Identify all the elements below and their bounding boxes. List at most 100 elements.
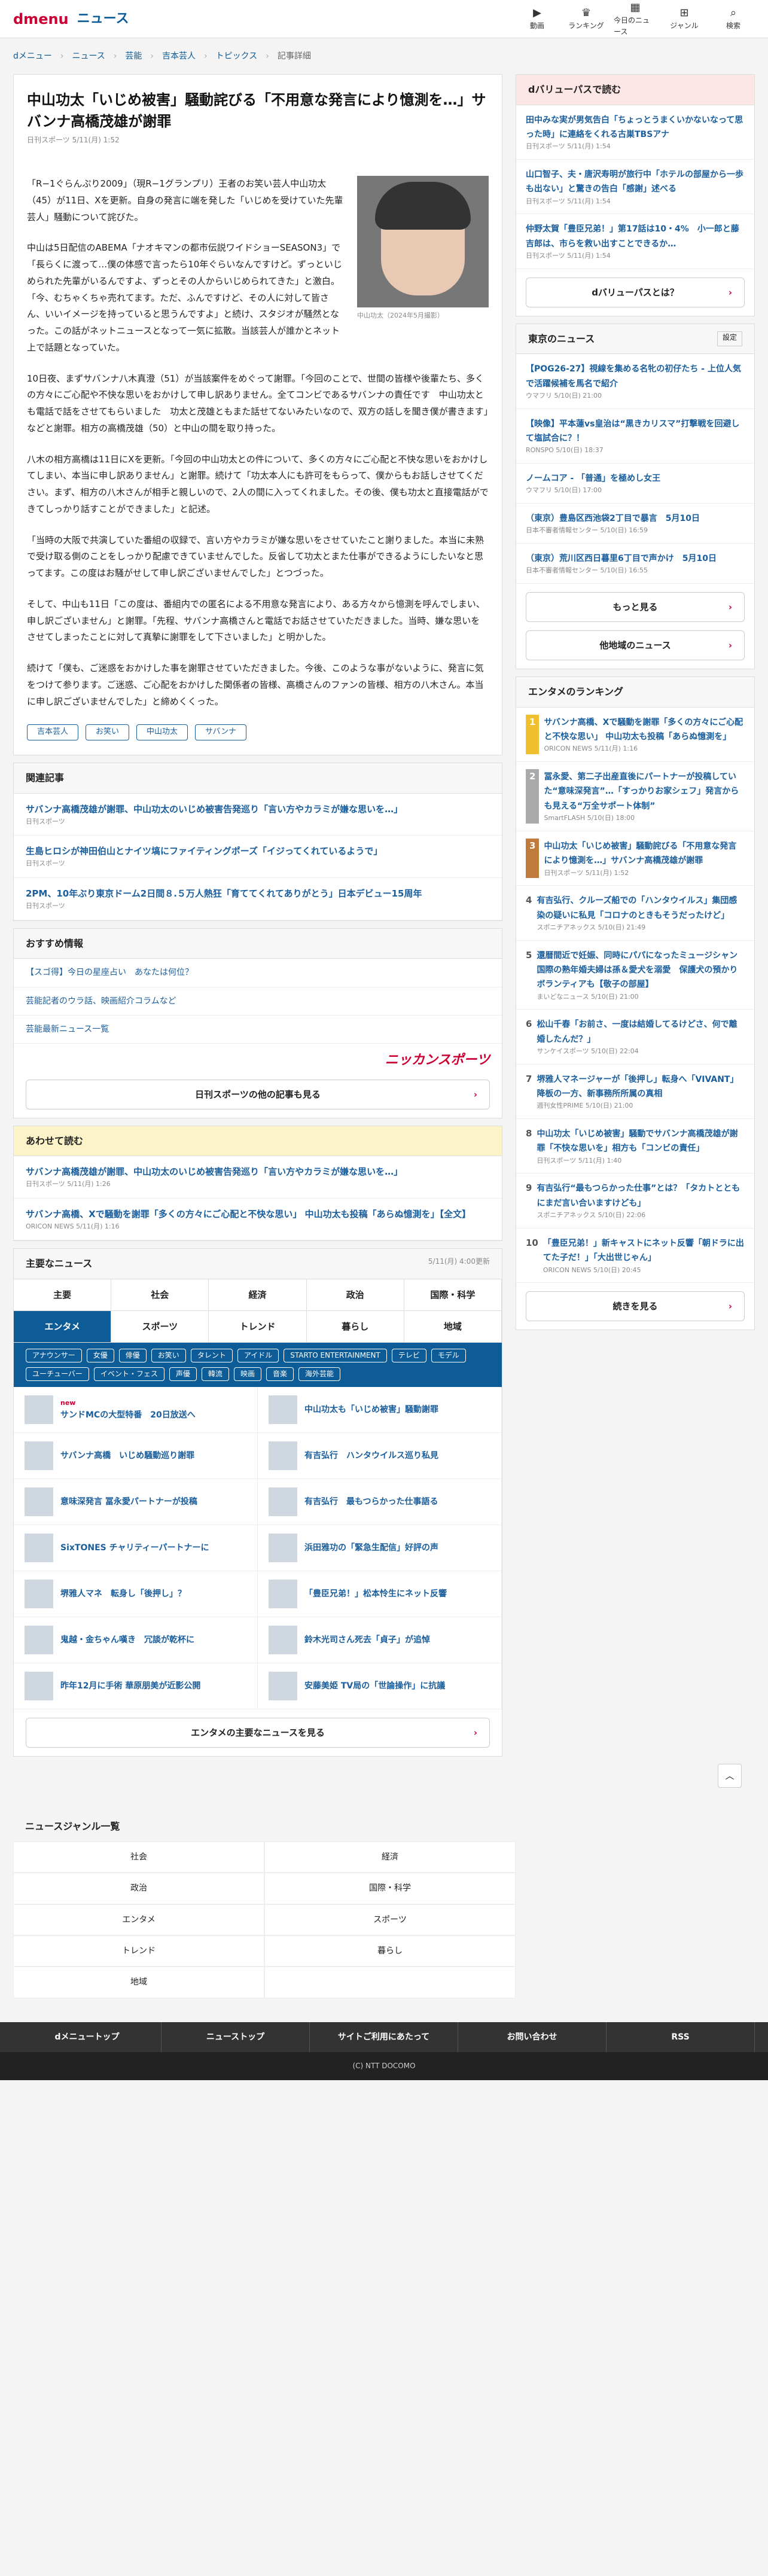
news-item[interactable]: 堺雅人マネ 転身し「後押し」？ <box>14 1571 258 1618</box>
chip[interactable]: 女優 <box>86 1348 114 1363</box>
scroll-top-button[interactable]: ︿ <box>718 1764 742 1788</box>
ranking-item[interactable]: 1 サバンナ高橋、Xで騒動を謝罪「多くの方々にご心配と不快な思い」 中山功太も投稿… <box>516 708 754 762</box>
news-item[interactable]: 「豊臣兄弟！」松本怜生にネット反響 <box>258 1571 502 1618</box>
recommend-link[interactable]: 【スゴ得】今日の星座占い あなたは何位？ <box>26 968 193 977</box>
ranking-item[interactable]: 6 松山千春「お前さ、一度は結婚してるけどさ、何で離婚したんだ？」 サンケイスポーツ… <box>516 1010 754 1065</box>
ranking-item[interactable]: 7 堺雅人マネージャーが「後押し」転身へ「VIVANT」降板の一方、新事務所所属の… <box>516 1065 754 1120</box>
nav-video[interactable]: ▶ 動画 <box>516 1 559 37</box>
chip[interactable]: 韓流 <box>201 1367 229 1382</box>
ranking-link[interactable]: 冨永愛、第二子出産直後にパートナーが投稿していた“意味深発言”…「すっかりお家シ… <box>544 772 739 811</box>
crumb-geino[interactable]: 芸能 <box>125 50 142 63</box>
dvalue-link[interactable]: 田中みな実が男気告白「ちょっとうまくいかないなって思った時」に連絡をくれる古巣T… <box>526 115 743 139</box>
chip[interactable]: 俳優 <box>118 1348 147 1363</box>
news-item[interactable]: 意味深発言 冨永愛パートナーが投稿 <box>14 1479 258 1526</box>
tokyo-link[interactable]: ノームコア - 「普通」を極めし女王 <box>526 474 660 483</box>
ranking-link[interactable]: 中山功太「いじめ被害」騒動詫びる「不用意な発言により憶測を…」サバンナ高橋茂雄が… <box>544 842 736 865</box>
chip[interactable]: イベント・フェス <box>93 1367 164 1382</box>
dvalue-link[interactable]: 仲野太賀「豊臣兄弟！」第17話は10・4% 小一郎と藤吉郎は、市らを救い出すこと… <box>526 224 739 248</box>
ranking-link[interactable]: 松山千春「お前さ、一度は結婚してるけどさ、何で離婚したんだ？」 <box>537 1020 737 1044</box>
other-region-button[interactable]: 他地域のニュース <box>526 630 745 661</box>
tab-entertainment[interactable]: エンタメ <box>14 1310 112 1343</box>
article-photo[interactable]: 中山功太（2024年5月撮影） <box>357 176 489 322</box>
setting-button[interactable]: 設定 <box>717 331 742 347</box>
dvalue-about-button[interactable]: dバリューパスとは？ <box>526 277 745 307</box>
tab-world[interactable]: 国際・科学 <box>404 1279 502 1311</box>
news-item[interactable]: 安藤美姫 TV局の「世論操作」に抗議 <box>258 1663 502 1710</box>
nav-today[interactable]: ▦ 今日のニュース <box>614 1 657 37</box>
news-item[interactable]: 鈴木光司さん死去「貞子」が追悼 <box>258 1617 502 1664</box>
recommend-link[interactable]: 芸能最新ニュース一覧 <box>26 1025 109 1034</box>
genre-item[interactable]: スポーツ <box>264 1904 516 1936</box>
ranking-link[interactable]: 堺雅人マネージャーが「後押し」転身へ「VIVANT」降板の一方、新事務所所属の真… <box>537 1075 738 1099</box>
related-item[interactable]: 生島ヒロシが神田伯山とナイツ塙にファイティングポーズ「イジってくれているようで」… <box>14 836 502 879</box>
news-item[interactable]: 浜田雅功の「緊急生配信」好評の声 <box>258 1525 502 1572</box>
ranking-item[interactable]: 3 中山功太「いじめ被害」騒動詫びる「不用意な発言により憶測を…」サバンナ高橋茂雄… <box>516 831 754 886</box>
crumb-news[interactable]: ニュース <box>72 50 105 63</box>
nikkan-logo[interactable]: ニッカンスポーツ <box>14 1044 502 1071</box>
ranking-item[interactable]: 9 有吉弘行“最もつらかった仕事”とは？「タカトとともにまだ言い合いますけども」ス… <box>516 1173 754 1228</box>
tokyo-item[interactable]: 【POG26-27】視線を集める名牝の初仔たち - 上位人気で活躍候補を馬名で紹… <box>516 354 754 409</box>
site-logo[interactable]: dmenu ニュース <box>13 8 129 31</box>
also-item[interactable]: サバンナ高橋、Xで騒動を謝罪「多くの方々にご心配と不快な思い」 中山功太も投稿「… <box>14 1199 502 1241</box>
tab-society[interactable]: 社会 <box>111 1279 209 1311</box>
chip[interactable]: 海外芸能 <box>298 1367 340 1382</box>
nav-genre[interactable]: ⊞ ジャンル <box>663 1 706 37</box>
footer-link[interactable]: お問い合わせ <box>458 2022 607 2053</box>
ranking-link[interactable]: 有吉弘行“最もつらかった仕事”とは？「タカトとともにまだ言い合いますけども」 <box>537 1184 740 1208</box>
crumb-topics[interactable]: トピックス <box>216 50 258 63</box>
tokyo-link[interactable]: 【映像】平本蓮vs皇治は“黒きカリスマ”打撃戦を回避して塩試合に？！ <box>526 419 739 443</box>
also-item[interactable]: サバンナ高橋茂雄が謝罪、中山功太のいじめ被害告発巡り「言い方やカラミが嫌な思いを… <box>14 1156 502 1199</box>
ranking-link[interactable]: 中山功太「いじめ被害」騒動でサバンナ高橋茂雄が謝罪「不快な思いを」相方も「コンビ… <box>537 1129 737 1153</box>
recommend-item[interactable]: 【スゴ得】今日の星座占い あなたは何位？ <box>14 959 502 987</box>
tab-region[interactable]: 地域 <box>404 1310 502 1343</box>
related-link[interactable]: 2PM、10年ぶり東京ドーム2日間８.５万人熱狂「育ててくれてありがとう」日本デ… <box>26 888 422 899</box>
footer-link[interactable]: RSS <box>607 2022 755 2053</box>
genre-item[interactable]: 政治 <box>13 1873 264 1904</box>
news-item[interactable]: 有吉弘行 ハンタウイルス巡り私見 <box>258 1433 502 1480</box>
chip[interactable]: タレント <box>190 1348 233 1363</box>
ranking-item[interactable]: 5 還暦間近で妊娠、同時にパパになったミュージシャン 国際の熟年婚夫婦は孫＆愛犬を… <box>516 941 754 1010</box>
footer-link[interactable]: サイトご利用にあたって <box>310 2022 458 2053</box>
genre-item[interactable]: トレンド <box>13 1935 264 1967</box>
ranking-item[interactable]: 10 「豊臣兄弟！」新キャストにネット反響「朝ドラに出てた子だ！」「大出世じゃん」… <box>516 1228 754 1284</box>
tab-sports[interactable]: スポーツ <box>111 1310 209 1343</box>
tokyo-item[interactable]: ノームコア - 「普通」を極めし女王 ウマフリ 5/10(日) 17:00 <box>516 464 754 504</box>
ranking-more-button[interactable]: 続きを見る <box>526 1291 745 1322</box>
chip[interactable]: お笑い <box>151 1348 186 1363</box>
dvalue-item[interactable]: 仲野太賀「豊臣兄弟！」第17話は10・4% 小一郎と藤吉郎は、市らを救い出すこと… <box>516 214 754 269</box>
news-item[interactable]: SixTONES チャリティーパートナーに <box>14 1525 258 1572</box>
related-item[interactable]: 2PM、10年ぶり東京ドーム2日間８.５万人熱狂「育ててくれてありがとう」日本デ… <box>14 878 502 920</box>
chip[interactable]: モデル <box>431 1348 466 1363</box>
footer-link[interactable]: dメニュートップ <box>13 2022 161 2053</box>
genre-item[interactable]: 社会 <box>13 1841 264 1873</box>
tokyo-item[interactable]: （東京）豊島区西池袋2丁目で暴言 5月10日 日本不審者情報センター 5/10(日… <box>516 504 754 544</box>
dvalue-link[interactable]: 山口智子、夫・唐沢寿明が旅行中「ホテルの部屋から一歩も出ない」と驚きの告白「感謝… <box>526 170 743 194</box>
genre-item[interactable]: 地域 <box>13 1967 264 1998</box>
also-link[interactable]: サバンナ高橋、Xで騒動を謝罪「多くの方々にご心配と不快な思い」 中山功太も投稿「… <box>26 1209 471 1220</box>
tag[interactable]: お笑い <box>86 724 130 741</box>
more-nikkan-button[interactable]: 日刊スポーツの他の記事も見る <box>26 1079 490 1109</box>
tab-economy[interactable]: 経済 <box>209 1279 307 1311</box>
chip[interactable]: アイドル <box>237 1348 279 1363</box>
recommend-link[interactable]: 芸能記者のウラ話、映画紹介コラムなど <box>26 996 176 1006</box>
crumb-yoshimoto[interactable]: 吉本芸人 <box>162 50 196 63</box>
ranking-link[interactable]: サバンナ高橋、Xで騒動を謝罪「多くの方々にご心配と不快な思い」 中山功太も投稿「… <box>544 718 743 742</box>
dmenu-logo[interactable]: dmenu <box>13 8 69 31</box>
ranking-item[interactable]: 2 冨永愛、第二子出産直後にパートナーが投稿していた“意味深発言”…「すっかりお家… <box>516 762 754 831</box>
ranking-link[interactable]: 還暦間近で妊娠、同時にパパになったミュージシャン 国際の熟年婚夫婦は孫＆愛犬を溺… <box>537 951 746 990</box>
tokyo-more-button[interactable]: もっと見る <box>526 592 745 623</box>
chip[interactable]: ユーチューバー <box>26 1367 89 1382</box>
related-link[interactable]: サバンナ高橋茂雄が謝罪、中山功太のいじめ被害告発巡り「言い方やカラミが嫌な思いを… <box>26 804 403 815</box>
tag[interactable]: 吉本芸人 <box>27 724 79 741</box>
ranking-item[interactable]: 8 中山功太「いじめ被害」騒動でサバンナ高橋茂雄が謝罪「不快な思いを」相方も「コン… <box>516 1119 754 1174</box>
news-logo[interactable]: ニュース <box>77 8 129 29</box>
nav-ranking[interactable]: ♛ ランキング <box>565 1 608 37</box>
tab-main[interactable]: 主要 <box>14 1279 112 1311</box>
news-item[interactable]: 昨年12月に手術 華原朋美が近影公開 <box>14 1663 258 1710</box>
chip[interactable]: 声優 <box>169 1367 197 1382</box>
nav-search[interactable]: ⌕ 検索 <box>712 1 755 37</box>
ranking-link[interactable]: 有吉弘行、クルーズ船での「ハンタウイルス」集団感染の疑いに私見「コロナのときもそ… <box>537 896 737 920</box>
news-item[interactable]: 中山功太も「いじめ被害」騒動謝罪 <box>258 1387 502 1434</box>
news-item[interactable]: new サンドMCの大型特番 20日放送へ <box>14 1387 258 1434</box>
genre-item[interactable]: 経済 <box>264 1841 516 1873</box>
